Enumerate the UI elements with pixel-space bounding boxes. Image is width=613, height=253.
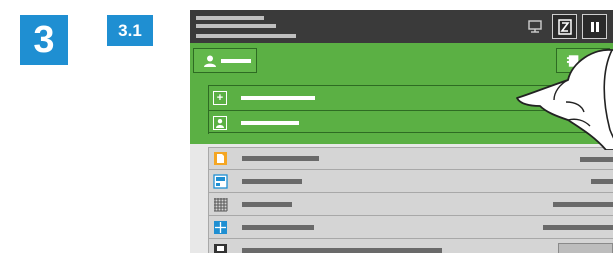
row-toggle[interactable] [558, 243, 613, 253]
device-screen: + [190, 10, 613, 253]
row-label-line [242, 178, 302, 184]
layout-icon [214, 220, 227, 234]
color-mode-icon [214, 152, 227, 165]
list-item[interactable] [208, 193, 613, 216]
device-monitor-icon[interactable] [526, 18, 544, 36]
title-line [196, 16, 264, 20]
item-label-line [241, 120, 299, 125]
add-icon: + [213, 91, 227, 105]
step-number-badge: 3 [20, 15, 68, 65]
list-item[interactable] [208, 170, 613, 193]
substep-number-badge: 3.1 [107, 15, 153, 46]
page: 3 3.1 + [0, 0, 613, 253]
item-label-line [241, 96, 315, 100]
title-line [196, 24, 276, 28]
row-label-line [242, 156, 319, 161]
row-label-line [242, 247, 442, 253]
grid-icon [214, 197, 228, 211]
collate-icon[interactable] [552, 14, 577, 39]
row-value-line [591, 179, 613, 184]
top-bar [190, 10, 613, 43]
row-value-line [543, 225, 613, 230]
title-line [196, 34, 296, 38]
user-button[interactable] [193, 48, 257, 73]
row-label-line [242, 201, 292, 207]
list-item[interactable] [208, 239, 613, 253]
pointing-hand-icon [516, 49, 613, 150]
list-item[interactable] [208, 147, 613, 170]
pause-icon[interactable] [582, 14, 607, 39]
row-value-line [553, 202, 613, 207]
button-label-line [221, 58, 251, 63]
resolution-icon [213, 173, 228, 189]
list-item[interactable] [208, 216, 613, 239]
user-icon [213, 115, 227, 130]
sides-icon [214, 243, 227, 253]
row-value-line [580, 157, 613, 162]
settings-list [208, 147, 613, 253]
row-label-line [242, 224, 314, 230]
user-icon [204, 55, 216, 67]
